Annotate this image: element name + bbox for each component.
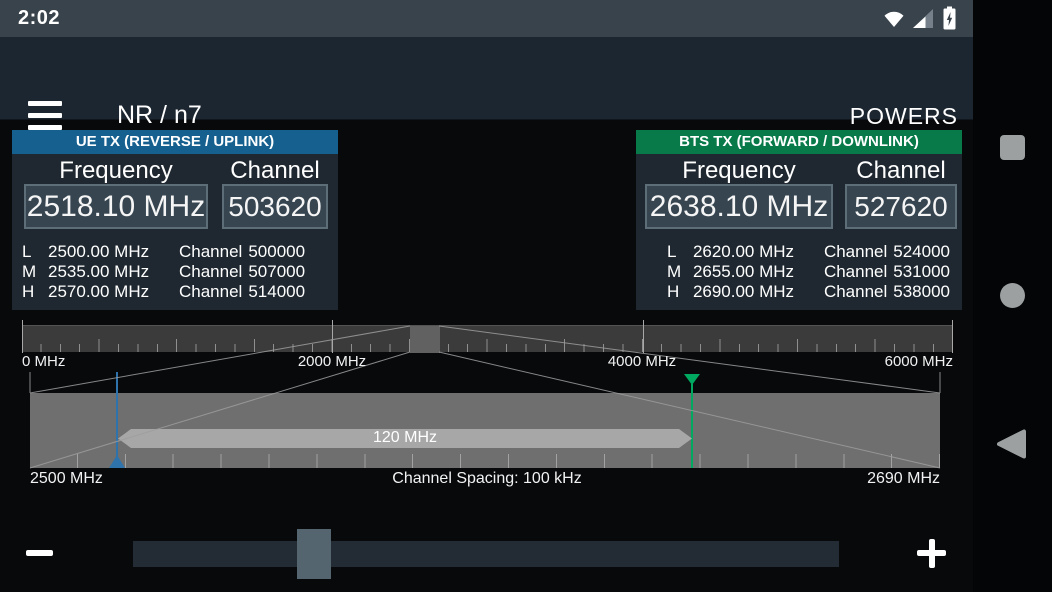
downlink-frequency-marker[interactable] <box>691 384 693 468</box>
table-row: L 2620.00 MHz Channel 524000 <box>646 242 950 262</box>
band-detail-bar[interactable] <box>30 393 940 468</box>
table-row: M 2535.00 MHz Channel 507000 <box>22 262 326 282</box>
downlink-frequency-field[interactable]: 2638.10 MHz <box>645 184 833 229</box>
zoom-slider-track[interactable] <box>133 541 839 567</box>
zoom-out-button[interactable] <box>22 535 62 571</box>
back-triangle-icon[interactable] <box>997 429 1026 459</box>
uplink-lmh-table: L 2500.00 MHz Channel 500000 M 2535.00 M… <box>22 242 326 302</box>
overview-band-highlight[interactable] <box>410 326 440 353</box>
wifi-icon <box>883 8 905 30</box>
table-row: M 2655.00 MHz Channel 531000 <box>646 262 950 282</box>
clock: 2:02 <box>18 7 60 30</box>
minus-icon <box>26 550 53 556</box>
zoom-in-button[interactable] <box>913 535 953 571</box>
page-title: NR / n7 <box>117 101 202 130</box>
band-start-label: 2500 MHz <box>30 470 103 488</box>
overview-tick-label: 4000 MHz <box>592 353 692 370</box>
band-end-label: 2690 MHz <box>790 470 940 488</box>
uplink-channel-label: Channel <box>222 157 328 185</box>
home-circle-icon[interactable] <box>1000 283 1025 308</box>
downlink-frequency-label: Frequency <box>645 157 833 185</box>
powers-button[interactable]: POWERS <box>850 103 958 130</box>
app-bar: NR / n7 POWERS <box>0 37 973 120</box>
uplink-panel: UE TX (REVERSE / UPLINK) Frequency Chann… <box>12 130 338 310</box>
table-row: H 2570.00 MHz Channel 514000 <box>22 282 326 302</box>
overview-tick-label: 6000 MHz <box>853 353 953 370</box>
signal-icon <box>913 8 934 30</box>
overview-medium-ticks <box>22 339 953 352</box>
downlink-channel-label: Channel <box>845 157 957 185</box>
channel-spacing-label: Channel Spacing: 100 kHz <box>287 470 687 488</box>
table-row: L 2500.00 MHz Channel 500000 <box>22 242 326 262</box>
downlink-marker-triangle <box>684 374 700 385</box>
hamburger-menu-icon[interactable] <box>28 101 62 130</box>
status-bar: 2:02 <box>0 0 973 37</box>
downlink-lmh-table: L 2620.00 MHz Channel 524000 M 2655.00 M… <box>646 242 950 302</box>
uplink-marker-triangle <box>109 455 125 468</box>
downlink-panel-header: BTS TX (FORWARD / DOWNLINK) <box>636 130 962 154</box>
recents-square-icon[interactable] <box>1000 135 1025 160</box>
uplink-panel-header: UE TX (REVERSE / UPLINK) <box>12 130 338 154</box>
zoom-slider-thumb[interactable] <box>297 529 331 579</box>
app-screen: 2:02 NR / n7 POWERS UE TX (REVERSE / UPL… <box>0 0 1052 592</box>
android-nav-bar <box>973 0 1052 592</box>
bandwidth-label: 120 MHz <box>330 429 480 447</box>
uplink-frequency-label: Frequency <box>24 157 208 185</box>
overview-tick-label: 2000 MHz <box>282 353 382 370</box>
downlink-channel-field[interactable]: 527620 <box>845 184 957 229</box>
spectrum-overview-bar[interactable] <box>22 325 953 352</box>
battery-charging-icon <box>942 6 957 31</box>
uplink-frequency-field[interactable]: 2518.10 MHz <box>24 184 208 229</box>
uplink-frequency-marker[interactable] <box>116 372 118 468</box>
overview-tick-label: 0 MHz <box>22 353 65 370</box>
table-row: H 2690.00 MHz Channel 538000 <box>646 282 950 302</box>
downlink-panel: BTS TX (FORWARD / DOWNLINK) Frequency Ch… <box>636 130 962 310</box>
uplink-channel-field[interactable]: 503620 <box>222 184 328 229</box>
band-ticks <box>30 454 940 468</box>
